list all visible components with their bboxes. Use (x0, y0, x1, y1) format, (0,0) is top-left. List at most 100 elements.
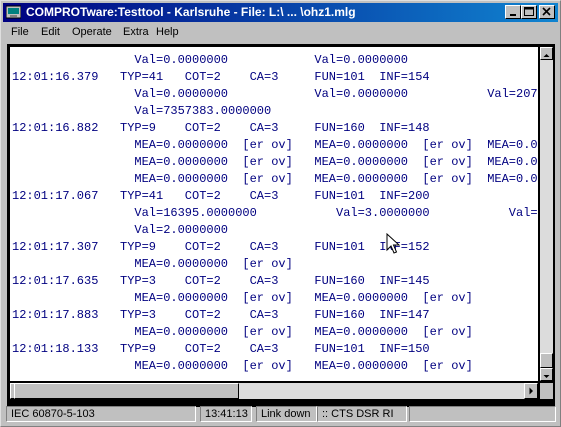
log-field: COT=2 (184, 121, 221, 135)
log-field: CA=3 (249, 70, 279, 84)
horizontal-scroll-thumb[interactable] (14, 383, 239, 399)
log-field: MEA=0.0000000 [er ov] (314, 155, 473, 169)
minimize-icon (510, 14, 516, 16)
mouse-pointer-icon (386, 233, 400, 254)
log-view-frame: Val=0.0000000 Val=0.0000000 12:01:16.379 TY… (7, 44, 555, 407)
log-field: 12:01:18.133 (12, 342, 99, 356)
horizontal-scrollbar[interactable] (10, 383, 538, 399)
maximize-icon (524, 7, 534, 16)
log-field: Val=3.0000000 (336, 206, 430, 220)
log-field: Val=0.0000000 (314, 87, 409, 101)
scroll-right-button[interactable] (524, 383, 538, 399)
log-field: Val=0.0000000 (134, 53, 229, 67)
menu-extra[interactable]: Extra (123, 26, 149, 38)
log-field: TYP=9 (120, 240, 157, 254)
log-field: MEA=0.00000 (487, 138, 538, 152)
log-field: MEA=0.0000000 [er ov] (314, 172, 473, 186)
scroll-down-button[interactable] (540, 368, 553, 381)
log-field: 12:01:17.635 (12, 274, 99, 288)
log-field: CA=3 (249, 342, 279, 356)
log-field: 12:01:16.882 (12, 121, 99, 135)
log-field: COT=2 (184, 308, 221, 322)
minimize-button[interactable] (505, 5, 521, 19)
log-field: INF=200 (379, 189, 430, 203)
main-window: COMPROTware:Testtool - Karlsruhe - File:… (0, 0, 561, 427)
status-link: Link down (256, 406, 317, 422)
menu-bar: File Edit Operate Extra Help (3, 23, 558, 42)
log-field: MEA=0.0000000 [er ov] (314, 138, 473, 152)
log-field: MEA=0.0000000 [er ov] (134, 325, 293, 339)
scroll-corner (540, 383, 553, 399)
log-view[interactable]: Val=0.0000000 Val=0.0000000 12:01:16.379 TY… (10, 47, 538, 381)
log-field: MEA=0.0000000 [er ov] (314, 325, 473, 339)
log-field: FUN=101 (314, 240, 365, 254)
log-field: COT=2 (184, 189, 221, 203)
menu-file[interactable]: File (11, 26, 29, 38)
log-field: MEA=0.0000000 [er ov] (134, 257, 293, 271)
scroll-up-button[interactable] (540, 47, 553, 60)
log-field: INF=147 (379, 308, 430, 322)
log-field: COT=2 (184, 70, 221, 84)
log-field: Val=0.0000000 (134, 87, 229, 101)
log-field: INF=145 (379, 274, 430, 288)
log-field: FUN=101 (314, 342, 365, 356)
log-field: FUN=160 (314, 274, 365, 288)
log-field: MEA=0.0000000 [er ov] (134, 291, 293, 305)
log-field: INF=150 (379, 342, 430, 356)
log-field: CA=3 (249, 189, 279, 203)
log-field: MEA=0.0000000 [er ov] (134, 155, 293, 169)
status-bar: IEC 60870-5-103 13:41:13 Link down :: CT… (3, 404, 558, 424)
log-field: TYP=41 (120, 189, 164, 203)
vertical-scroll-thumb[interactable] (540, 353, 553, 368)
log-field: 12:01:17.067 (12, 189, 99, 203)
log-field: CA=3 (249, 274, 279, 288)
log-field: 12:01:17.307 (12, 240, 99, 254)
log-field: MEA=0.0000000 [er ov] (134, 138, 293, 152)
status-time: 13:41:13 (200, 406, 252, 422)
maximize-button[interactable] (521, 5, 537, 19)
status-extra (409, 406, 556, 422)
arrow-up-icon (543, 54, 550, 57)
log-field: FUN=160 (314, 308, 365, 322)
log-field: INF=154 (379, 70, 430, 84)
window-title: COMPROTware:Testtool - Karlsruhe - File:… (26, 5, 356, 19)
log-field: TYP=41 (120, 70, 164, 84)
log-field: TYP=9 (120, 121, 157, 135)
log-field: Val=7357383.0000000 (134, 104, 272, 118)
log-field: Val=2079381 (487, 87, 538, 101)
log-field: 12:01:16.379 (12, 70, 99, 84)
log-field: MEA=0.00000 (487, 155, 538, 169)
log-field: Val=2.0000000 (134, 223, 229, 237)
log-field: FUN=101 (314, 189, 365, 203)
menu-operate[interactable]: Operate (72, 26, 112, 38)
arrow-right-icon (529, 387, 533, 395)
log-field: INF=148 (379, 121, 430, 135)
title-bar[interactable]: COMPROTware:Testtool - Karlsruhe - File:… (3, 3, 558, 22)
log-field: FUN=101 (314, 70, 365, 84)
log-field: COT=2 (184, 274, 221, 288)
arrow-down-icon (543, 375, 550, 378)
app-icon (6, 5, 21, 19)
vertical-scrollbar[interactable] (540, 47, 553, 381)
log-field: CA=3 (249, 121, 279, 135)
menu-help[interactable]: Help (156, 26, 179, 38)
log-field: Val=16395.0000000 (134, 206, 257, 220)
close-icon (542, 7, 551, 16)
menu-edit[interactable]: Edit (41, 26, 60, 38)
close-button[interactable] (539, 5, 555, 19)
log-field: TYP=9 (120, 342, 157, 356)
status-protocol: IEC 60870-5-103 (6, 406, 196, 422)
log-field: CA=3 (249, 308, 279, 322)
log-field: COT=2 (184, 342, 221, 356)
log-field: TYP=3 (120, 308, 157, 322)
log-field: MEA=0.0000000 [er ov] (314, 359, 473, 373)
log-field: TYP=3 (120, 274, 157, 288)
log-field: MEA=0.0000000 [er ov] (134, 172, 293, 186)
log-field: CA=3 (249, 240, 279, 254)
log-field: MEA=0.0000000 [er ov] (134, 359, 293, 373)
log-field: FUN=160 (314, 121, 365, 135)
log-field: 12:01:17.883 (12, 308, 99, 322)
log-field: Val=2.00 (508, 206, 538, 220)
log-field: Val=0.0000000 (314, 53, 409, 67)
log-field: MEA=0.00000 (487, 172, 538, 186)
